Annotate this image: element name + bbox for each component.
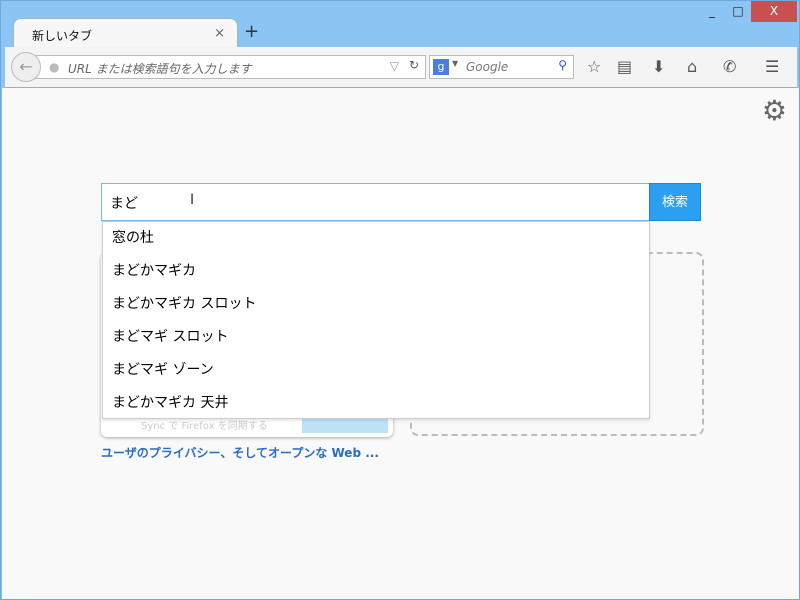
- new-tab-page: ⚙ Sync で Firefox を同期する ユーザのプライバシー、そしてオープ…: [2, 88, 799, 599]
- suggestion-item[interactable]: まどマギ ゾーン: [103, 354, 649, 387]
- suggestion-list: 窓の杜 まどかマギカ まどかマギカ スロット まどマギ スロット まどマギ ゾー…: [102, 221, 650, 419]
- url-placeholder: URL または検索語句を入力します: [68, 62, 252, 76]
- download-icon[interactable]: ⬇: [652, 57, 665, 76]
- globe-icon: ●: [49, 60, 60, 74]
- url-bar[interactable]: ● URL または検索語句を入力します ▽ ↻: [31, 55, 426, 79]
- dropdown-icon[interactable]: ▽: [390, 59, 399, 73]
- google-icon[interactable]: g: [433, 59, 449, 75]
- suggestion-item[interactable]: 窓の杜: [103, 222, 649, 255]
- browser-window: _ □ X 新しいタブ × + ● URL または検索語句を入力します ▽ ↻ ← g ▼…: [0, 0, 800, 600]
- suggestion-item[interactable]: まどかマギカ: [103, 255, 649, 288]
- search-placeholder: Google: [466, 60, 509, 74]
- home-icon[interactable]: ⌂: [687, 57, 697, 76]
- search-icon[interactable]: ⚲: [558, 58, 567, 72]
- search-input[interactable]: まど I: [101, 183, 650, 221]
- bookmarks-list-icon[interactable]: ▤: [617, 57, 632, 76]
- back-button[interactable]: ←: [11, 52, 41, 82]
- reload-icon[interactable]: ↻: [409, 58, 419, 72]
- bookmark-star-icon[interactable]: ☆: [587, 57, 601, 76]
- search-button[interactable]: 検索: [649, 183, 701, 221]
- suggestion-item[interactable]: まどマギ スロット: [103, 321, 649, 354]
- tab-title: 新しいタブ: [32, 29, 93, 43]
- maximize-button[interactable]: □: [723, 1, 753, 22]
- close-tab-icon[interactable]: ×: [214, 26, 225, 41]
- phone-icon[interactable]: ✆: [723, 57, 736, 76]
- tab-new-tab[interactable]: 新しいタブ ×: [13, 18, 238, 48]
- text-cursor-icon: I: [190, 192, 195, 208]
- close-window-button[interactable]: X: [751, 1, 797, 22]
- suggestion-item[interactable]: まどかマギカ 天井: [103, 387, 649, 420]
- engine-dropdown-icon[interactable]: ▼: [452, 59, 458, 68]
- navigation-toolbar: ● URL または検索語句を入力します ▽ ↻ ← g ▼ Google ⚲ ☆ ▤ ⬇ ⌂…: [5, 47, 797, 88]
- gear-icon[interactable]: ⚙: [762, 94, 787, 127]
- privacy-link[interactable]: ユーザのプライバシー、そしてオープンな Web ...: [101, 444, 379, 461]
- search-query: まど: [110, 196, 138, 212]
- suggestion-item[interactable]: まどかマギカ スロット: [103, 288, 649, 321]
- search-bar[interactable]: g ▼ Google ⚲: [429, 55, 574, 79]
- new-tab-button[interactable]: +: [244, 21, 259, 42]
- menu-icon[interactable]: ☰: [765, 57, 779, 76]
